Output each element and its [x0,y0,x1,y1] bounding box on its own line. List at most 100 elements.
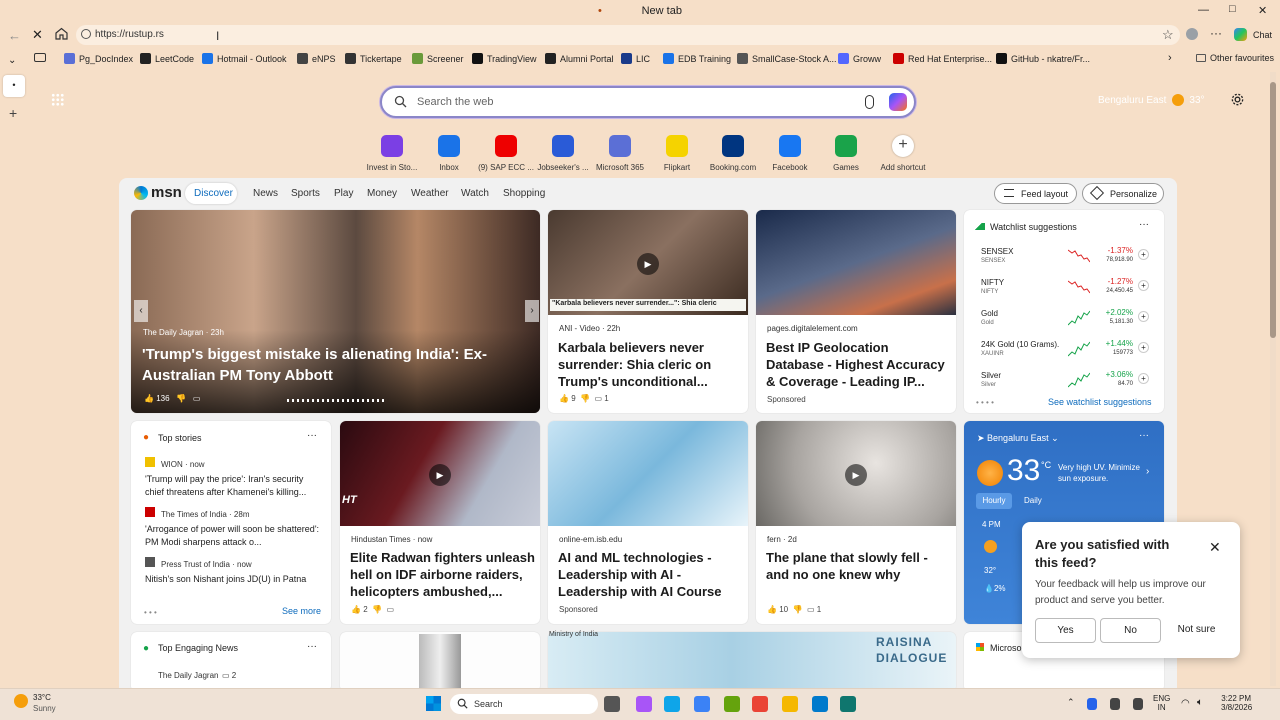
hero-next-chevron-icon[interactable]: › [525,300,539,322]
taskbar-clock[interactable]: 3:22 PM 3/8/2026 [1221,694,1252,712]
bookmark-3[interactable]: Hotmail - Outlook [202,53,287,64]
chat-button[interactable]: Chat [1253,30,1272,40]
card-title[interactable]: Best IP Geolocation Database - Highest A… [766,339,948,390]
card-reactions[interactable]: 👍 9 👎 ▭ 1 [559,394,609,403]
top-weather-widget[interactable]: Bengaluru East 33° [1098,94,1205,106]
back-icon[interactable]: ← [8,28,21,43]
play-video-icon[interactable]: ▶ [845,464,867,486]
tab-shopping[interactable]: Shopping [503,188,545,199]
settings-more-button[interactable]: ··· [1210,26,1222,40]
shortcut-tile-8[interactable]: Facebook [760,133,820,172]
bookmark-10[interactable]: EDB Training [663,53,731,64]
home-icon[interactable] [55,27,68,40]
story-title[interactable]: Nitish's son Nishant joins JD(U) in Patn… [145,573,323,586]
copilot-app-icon[interactable] [636,696,652,712]
copilot-search-icon[interactable] [889,93,907,111]
tray-app-icon[interactable] [1087,698,1097,710]
bookmark-9[interactable]: LIC [621,53,650,64]
volume-icon[interactable]: 🔈︎ [1197,697,1203,708]
feedback-close-icon[interactable]: ✕ [1209,539,1221,556]
bookmark-5[interactable]: Tickertape [345,53,402,64]
tab-sports[interactable]: Sports [291,188,320,199]
wifi-icon[interactable]: ◠ [1181,698,1190,709]
close-window-button[interactable]: ✕ [1258,4,1267,17]
page-settings-gear-icon[interactable] [1230,92,1245,107]
shortcut-tile-1[interactable]: Invest in Sto... [362,133,422,172]
see-more-link[interactable]: See more [282,606,321,616]
task-view-icon[interactable] [604,696,620,712]
app-launcher-grid-icon[interactable] [51,93,64,106]
bookmark-4[interactable]: eNPS [297,53,336,64]
watchlist-pager-dots[interactable]: • • • • [976,398,994,407]
tab-weather[interactable]: Weather [411,188,449,199]
weather-more-button[interactable]: ··· [1139,430,1149,441]
maximize-button[interactable]: □ [1229,3,1236,15]
feedback-no-button[interactable]: No [1100,618,1161,643]
story-title[interactable]: 'Trump will pay the price': Iran's secur… [145,473,323,499]
hero-likes[interactable]: 👍 136 👎 ▭ [144,394,200,403]
terminal-icon[interactable] [840,696,856,712]
taskbar-weather-sun-icon[interactable] [14,694,28,708]
shortcut-tile-6[interactable]: Flipkart [647,133,707,172]
active-tab-thumbnail[interactable]: • [3,75,25,97]
hero-prev-chevron-icon[interactable]: ‹ [134,300,148,322]
taskbar-temp[interactable]: 33°C [33,693,51,702]
engaging-comments[interactable]: ▭ 2 [222,671,236,680]
weather-location[interactable]: ➤ Bengaluru East ⌄ [977,433,1059,444]
bookmark-8[interactable]: Alumni Portal [545,53,614,64]
other-favourites[interactable]: Other favourites [1196,53,1274,63]
bookmarks-overflow-chevron-icon[interactable]: › [1168,52,1172,64]
search-input-placeholder[interactable]: Search the web [417,96,493,108]
shortcut-tile-9[interactable]: Games [816,133,876,172]
card-reactions[interactable]: 👍 10 👎 ▭ 1 [767,605,821,614]
bookmark-2[interactable]: LeetCode [140,53,194,64]
shortcut-tile-2[interactable]: Inbox [419,133,479,172]
add-to-watchlist-plus-icon[interactable]: + [1138,311,1149,322]
url-text[interactable]: https://rustup.rs [95,29,164,40]
bookmark-7[interactable]: TradingView [472,53,537,64]
play-video-icon[interactable]: ▶ [637,253,659,275]
watchlist-row[interactable]: Silver Silver +3.06% 84.70 + [981,368,1151,394]
tab-money[interactable]: Money [367,188,397,199]
add-to-watchlist-plus-icon[interactable]: + [1138,280,1149,291]
taskbar-search-box[interactable] [450,694,598,714]
bookmark-12[interactable]: Groww [838,53,881,64]
shortcut-tile-10[interactable]: + Add shortcut [873,133,933,172]
shortcut-tile-3[interactable]: (9) SAP ECC ... [476,133,536,172]
feedback-not-sure-button[interactable]: Not sure [1166,618,1227,643]
tab-discover[interactable]: Discover [194,188,233,199]
favorite-star-icon[interactable]: ☆ [1162,27,1174,43]
feedback-yes-button[interactable]: Yes [1035,618,1096,643]
tab-watch[interactable]: Watch [461,188,489,199]
tab-play[interactable]: Play [334,188,353,199]
input-language[interactable]: ENG IN [1153,694,1170,712]
add-to-watchlist-plus-icon[interactable]: + [1138,249,1149,260]
bookmark-1[interactable]: Pg_DocIndex [64,53,133,64]
watchlist-row[interactable]: Gold Gold +2.02% 5,181.30 + [981,306,1151,332]
top-stories-more-button[interactable]: ··· [307,430,317,441]
msn-logo[interactable]: msn [134,184,182,201]
card-title[interactable]: The plane that slowly fell - and no one … [766,549,948,583]
shortcut-tile-7[interactable]: Booking.com [703,133,763,172]
shortcut-tile-4[interactable]: Jobseeker's ... [533,133,593,172]
voice-search-mic-icon[interactable] [865,95,874,109]
bookmark-11[interactable]: SmallCase-Stock A... [737,53,837,64]
app-icon[interactable] [694,696,710,712]
bookmark-6[interactable]: Screener [412,53,464,64]
new-tab-plus-icon[interactable]: + [9,105,17,121]
top-engaging-more-button[interactable]: ··· [307,641,317,652]
card-title[interactable]: Karbala believers never surrender: Shia … [558,339,738,390]
address-bar[interactable] [76,25,1180,45]
tray-overflow-chevron-icon[interactable]: ⌃ [1067,697,1075,708]
watchlist-row[interactable]: 24K Gold (10 Grams)... XAUINR +1.44% 159773… [981,337,1151,363]
battery-icon[interactable] [1133,698,1143,710]
file-explorer-icon[interactable] [782,696,798,712]
stop-loading-icon[interactable]: ✕ [32,27,43,43]
bookmark-14[interactable]: GitHub - nkatre/Fr... [996,53,1090,64]
microphone-icon[interactable] [1110,698,1120,710]
watchlist-row[interactable]: SENSEX SENSEX -1.37% 78,918.90 + [981,244,1151,270]
chrome-icon[interactable] [752,696,768,712]
watchlist-row[interactable]: NIFTY NIFTY -1.27% 24,450.45 + [981,275,1151,301]
story-title[interactable]: 'Arrogance of power will soon be shatter… [145,523,323,549]
profile-avatar[interactable] [1186,28,1198,40]
